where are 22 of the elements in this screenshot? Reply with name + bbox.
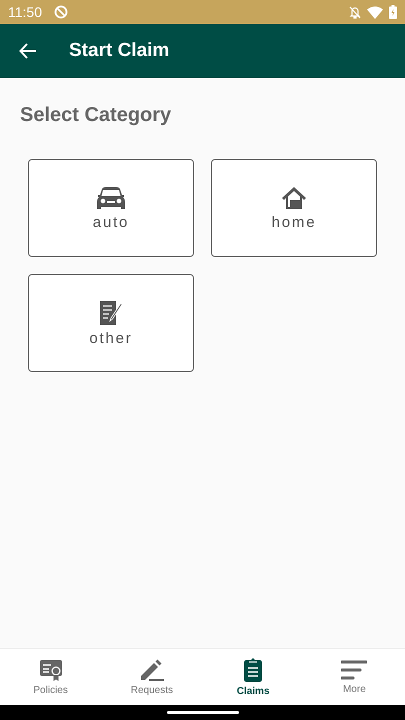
certificate-icon — [38, 658, 63, 682]
category-card[interactable]: other — [28, 274, 194, 372]
nav-tab[interactable]: Policies — [0, 649, 102, 705]
house-icon — [281, 186, 307, 210]
battery-icon — [389, 5, 397, 19]
section-heading: Select Category — [20, 104, 172, 127]
wifi-icon — [367, 6, 383, 18]
home-indicator — [166, 711, 238, 714]
category-card[interactable]: auto — [28, 159, 194, 257]
clipboard-icon — [243, 657, 264, 683]
screen-title: Start Claim — [69, 40, 170, 62]
nav-tab[interactable]: Claims — [202, 649, 304, 705]
muted-bell-icon — [349, 6, 361, 18]
car-icon — [96, 186, 126, 210]
pencil-icon — [138, 658, 165, 682]
note-edit-icon — [99, 300, 123, 326]
nav-tab[interactable]: Requests — [101, 649, 202, 705]
do-not-disturb-icon — [54, 5, 68, 19]
clock-time: 11:50 — [8, 4, 42, 20]
category-card[interactable]: home — [211, 159, 377, 257]
menu-icon — [341, 659, 368, 681]
nav-tab[interactable]: More — [304, 649, 405, 705]
